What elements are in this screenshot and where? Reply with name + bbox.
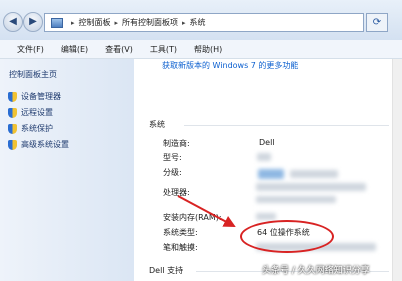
redacted-value — [256, 196, 336, 203]
refresh-icon[interactable]: ⟳ — [366, 13, 388, 32]
sidebar-item-label: 远程设置 — [21, 108, 53, 117]
manufacturer-value: Dell — [259, 138, 275, 147]
sidebar-item-device-manager[interactable]: 设备管理器 — [8, 91, 61, 102]
sidebar-control-panel-home[interactable]: 控制面板主页 — [9, 69, 57, 80]
redacted-value — [256, 183, 366, 191]
sidebar-item-system-protection[interactable]: 系统保护 — [8, 123, 53, 134]
breadcrumb: 控制面板 ▸ 所有控制面板项 ▸ 系统 — [79, 17, 206, 28]
breadcrumb-all-items[interactable]: 所有控制面板项 — [122, 17, 178, 28]
rating-label: 分级: — [163, 168, 182, 177]
menu-file[interactable]: 文件(F) — [17, 44, 44, 55]
windows-upgrade-link[interactable]: 获取新版本的 Windows 7 的更多功能 — [162, 60, 298, 71]
shield-icon — [8, 91, 17, 102]
chevron-right-icon[interactable]: ▸ — [182, 19, 186, 27]
control-panel-icon — [51, 17, 63, 28]
sidebar-item-label: 高级系统设置 — [21, 140, 69, 149]
redacted-value — [290, 170, 338, 178]
system-type-label: 系统类型: — [163, 228, 198, 237]
menu-view[interactable]: 查看(V) — [105, 44, 133, 55]
pen-touch-label: 笔和触摸: — [163, 243, 198, 252]
menu-tools[interactable]: 工具(T) — [150, 44, 177, 55]
menu-edit[interactable]: 编辑(E) — [61, 44, 88, 55]
annotation-highlight-oval — [240, 220, 334, 253]
model-label: 型号: — [163, 153, 182, 162]
address-bar[interactable]: ▸ 控制面板 ▸ 所有控制面板项 ▸ 系统 — [44, 13, 364, 32]
redacted-value — [258, 169, 284, 179]
sidebar-item-remote-settings[interactable]: 远程设置 — [8, 107, 53, 118]
forward-arrow-icon[interactable]: ▶ — [23, 12, 43, 32]
section-divider — [184, 125, 389, 126]
section-title-dell-support: Dell 支持 — [149, 266, 184, 275]
ram-label: 安装内存(RAM): — [163, 213, 222, 222]
shield-icon — [8, 139, 17, 150]
manufacturer-label: 制造商: — [163, 139, 190, 148]
section-title-system: 系统 — [149, 120, 165, 129]
shield-icon — [8, 123, 17, 134]
chevron-right-icon[interactable]: ▸ — [115, 19, 119, 27]
breadcrumb-control-panel[interactable]: 控制面板 — [79, 17, 111, 28]
redacted-value — [256, 213, 276, 220]
sidebar: 控制面板主页 设备管理器 远程设置 系统保护 高级系统设置 — [0, 59, 134, 281]
watermark-text: 头条号 / 久久网络知识分享 — [262, 266, 370, 276]
menu-bar: 文件(F) 编辑(E) 查看(V) 工具(T) 帮助(H) — [0, 40, 402, 59]
sidebar-item-advanced-settings[interactable]: 高级系统设置 — [8, 139, 69, 150]
address-bar-area: ◀ ▶ ▸ 控制面板 ▸ 所有控制面板项 ▸ 系统 ⟳ — [0, 0, 402, 40]
back-arrow-icon[interactable]: ◀ — [3, 12, 23, 32]
shield-icon — [8, 107, 17, 118]
redacted-value — [257, 153, 271, 161]
sidebar-item-label: 系统保护 — [21, 124, 53, 133]
processor-label: 处理器: — [163, 188, 190, 197]
sidebar-item-label: 设备管理器 — [21, 92, 61, 101]
menu-help[interactable]: 帮助(H) — [194, 44, 222, 55]
breadcrumb-system[interactable]: 系统 — [190, 17, 206, 28]
vertical-scrollbar[interactable] — [392, 59, 402, 281]
chevron-right-icon: ▸ — [71, 18, 75, 27]
